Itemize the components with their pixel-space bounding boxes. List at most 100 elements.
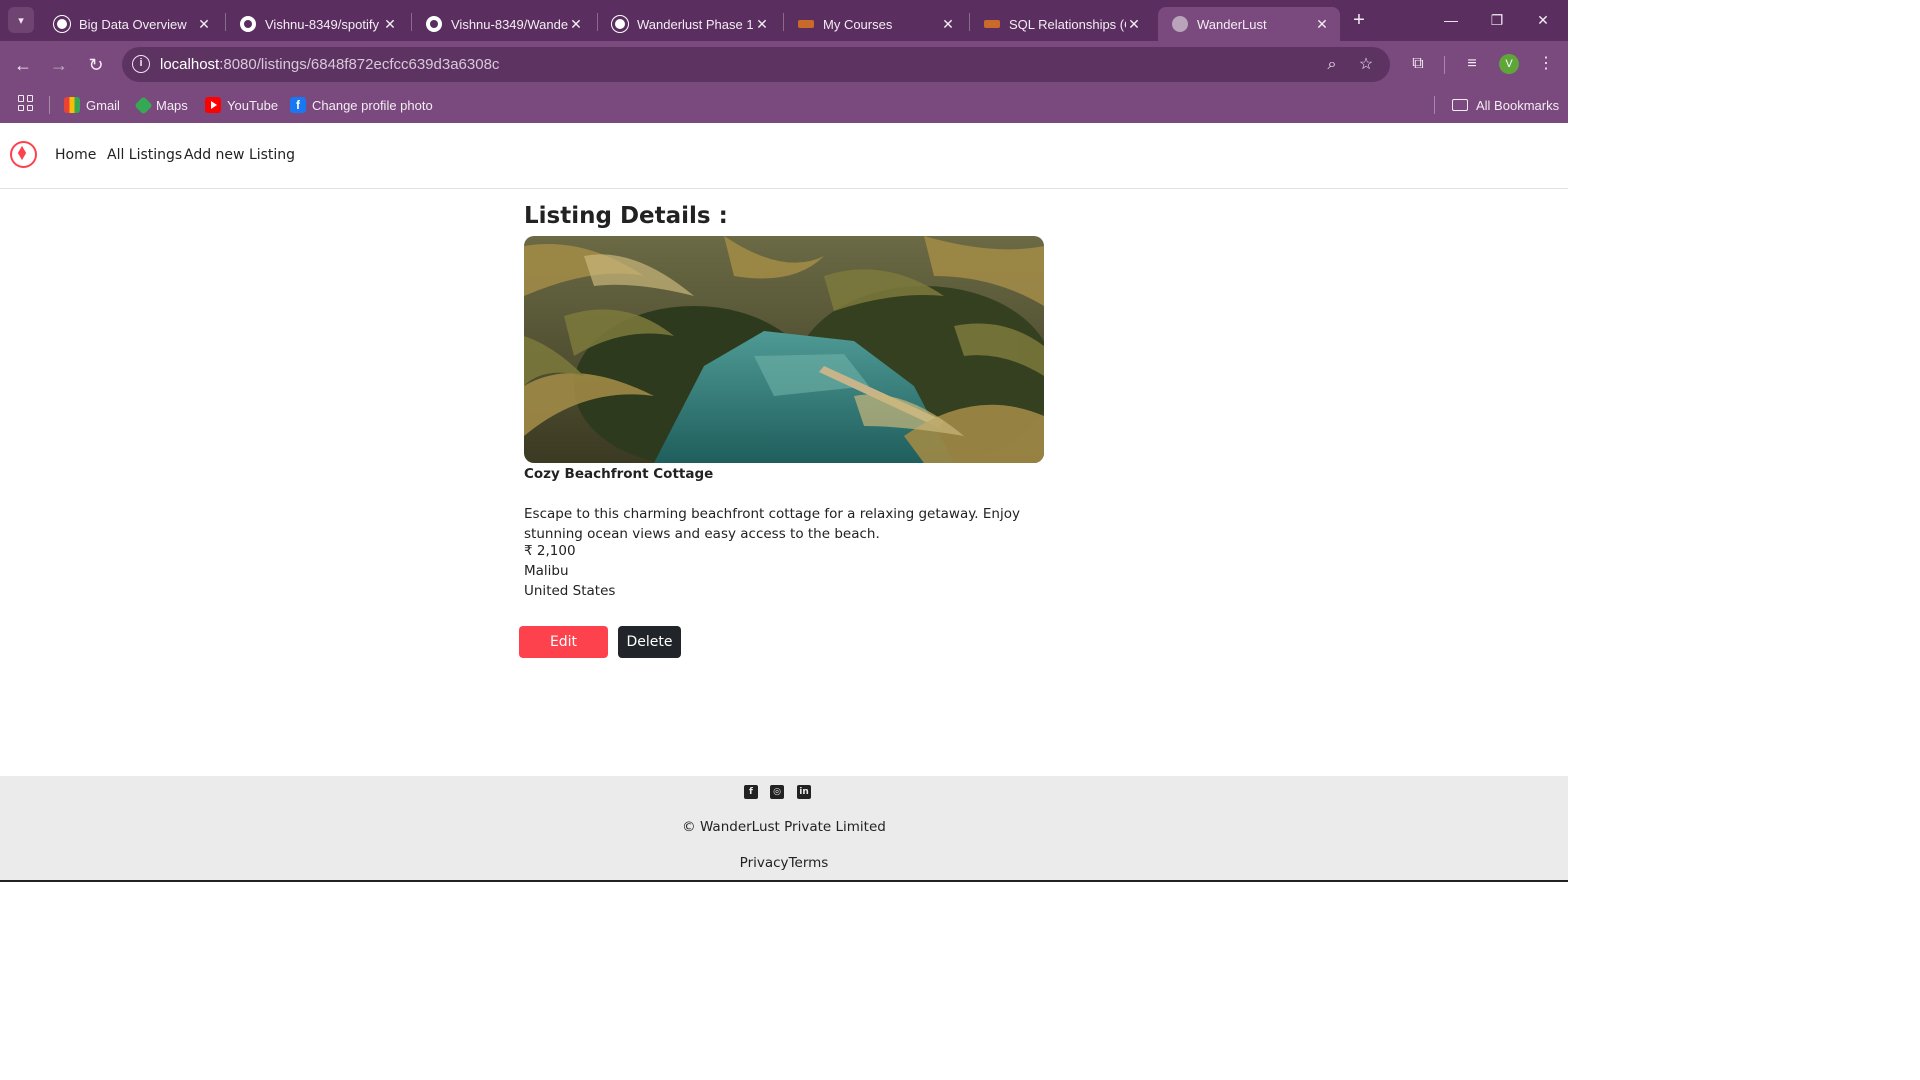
restore-icon: ❐ (1490, 12, 1504, 28)
tab-big-data[interactable]: Big Data Overview ✕ (40, 7, 222, 41)
bookmarks-bar: Gmail Maps YouTube f Change profile phot… (0, 88, 1568, 123)
tab-title: Wanderlust Phase 1 (637, 16, 754, 32)
facebook-icon: f (290, 97, 306, 113)
bookmark-star-icon[interactable]: ☆ (1355, 54, 1377, 76)
tab-strip: ▾ Big Data Overview ✕ Vishnu-8349/spotif… (0, 0, 1568, 41)
bookmark-label: Gmail (86, 97, 120, 113)
url-host: localhost (160, 56, 220, 73)
chevron-down-icon: ▾ (18, 14, 24, 27)
bookmark-separator (49, 96, 50, 114)
footer-link-terms[interactable]: Terms (789, 855, 829, 871)
close-icon[interactable]: ✕ (568, 16, 584, 33)
address-bar[interactable]: i localhost:8080/listings/6848f872ecfcc6… (122, 47, 1390, 82)
nav-link-all-listings[interactable]: All Listings (107, 147, 182, 163)
footer-link-privacy[interactable]: Privacy (740, 855, 789, 871)
tab-spotify-repo[interactable]: Vishnu-8349/spotify ✕ (226, 7, 408, 41)
listing-image (524, 236, 1044, 463)
tab-wander-repo[interactable]: Vishnu-8349/Wander ✕ (412, 7, 594, 41)
tab-wanderlust-phase[interactable]: Wanderlust Phase 1 ✕ (598, 7, 780, 41)
minimize-button[interactable]: — (1428, 8, 1474, 32)
tab-search-button[interactable]: ▾ (8, 7, 34, 33)
footer-copyright: © WanderLust Private Limited (682, 819, 886, 835)
linkedin-icon[interactable]: in (797, 785, 811, 799)
extensions-icon[interactable]: ⧉ (1406, 52, 1430, 76)
udemy-icon (798, 20, 814, 28)
delete-button[interactable]: Delete (618, 626, 681, 658)
arrow-left-icon: ← (14, 55, 32, 75)
maps-icon (134, 95, 153, 115)
zoom-icon[interactable]: ⌕ (1321, 54, 1343, 76)
page-content: Home All Listings Add new Listing Listin… (0, 123, 1568, 882)
facebook-icon[interactable]: f (744, 785, 758, 799)
new-tab-button[interactable]: + (1348, 7, 1370, 33)
bottom-border (0, 880, 1568, 882)
plus-icon: + (1353, 9, 1365, 31)
listing-description: Escape to this charming beachfront cotta… (524, 506, 1020, 542)
profile-avatar[interactable]: V (1499, 54, 1519, 74)
nav-link-add-new-listing[interactable]: Add new Listing (184, 147, 295, 163)
site-info-icon[interactable]: i (132, 55, 150, 73)
close-icon[interactable]: ✕ (1126, 16, 1142, 33)
page-title: Listing Details : (524, 203, 728, 229)
edit-button[interactable]: Edit (519, 626, 608, 658)
site-footer: f ◎ in © WanderLust Private Limited Priv… (0, 776, 1568, 880)
all-bookmarks-label: All Bookmarks (1476, 97, 1560, 113)
udemy-icon (984, 20, 1000, 28)
listing-price: ₹ 2,100 (524, 543, 576, 559)
tab-title: Vishnu-8349/spotify (265, 16, 379, 32)
gmail-icon (64, 97, 80, 113)
bookmark-maps[interactable]: Maps (134, 94, 188, 116)
bookmark-change-profile-photo[interactable]: f Change profile photo (290, 94, 433, 116)
close-window-button[interactable]: ✕ (1520, 8, 1566, 32)
close-icon[interactable]: ✕ (1314, 16, 1330, 33)
site-navbar: Home All Listings Add new Listing (0, 123, 1568, 189)
footer-links: PrivacyTerms (0, 855, 1568, 871)
instagram-icon[interactable]: ◎ (770, 785, 784, 799)
bookmark-youtube[interactable]: YouTube (205, 94, 278, 116)
media-control-icon[interactable]: ≡ (1460, 52, 1484, 76)
bookmark-label: Change profile photo (312, 97, 433, 113)
github-icon (426, 16, 442, 32)
close-icon[interactable]: ✕ (940, 16, 956, 33)
listing-location: Malibu (524, 563, 569, 579)
reload-button[interactable]: ↻ (83, 52, 109, 78)
listing-country: United States (524, 583, 616, 599)
github-icon (240, 16, 256, 32)
url-text[interactable]: localhost:8080/listings/6848f872ecfcc639… (160, 56, 499, 73)
back-button[interactable]: ← (10, 52, 36, 78)
close-icon[interactable]: ✕ (196, 16, 212, 33)
tab-my-courses[interactable]: My Courses ✕ (784, 7, 966, 41)
tab-title: Vishnu-8349/Wander (451, 16, 568, 32)
tab-sql-relationships[interactable]: SQL Relationships (O ✕ (970, 7, 1152, 41)
tab-title: My Courses (823, 16, 893, 32)
palm-lagoon-image (524, 236, 1044, 463)
tab-title: WanderLust (1197, 16, 1267, 32)
arrow-right-icon: → (50, 55, 68, 75)
browser-toolbar: ← → ↻ i localhost:8080/listings/6848f872… (0, 41, 1568, 88)
tab-title: Big Data Overview (79, 16, 187, 32)
listing-title: Cozy Beachfront Cottage (524, 466, 714, 482)
nav-link-home[interactable]: Home (55, 147, 96, 163)
globe-icon (1172, 16, 1188, 32)
close-icon[interactable]: ✕ (382, 16, 398, 33)
tab-wanderlust[interactable]: WanderLust ✕ (1158, 7, 1340, 41)
more-menu-icon[interactable]: ⋮ (1534, 52, 1558, 76)
folder-icon (1452, 99, 1468, 111)
close-icon: ✕ (1537, 12, 1549, 28)
tab-title: SQL Relationships (O (1009, 16, 1126, 32)
minimize-icon: — (1444, 12, 1458, 28)
bookmark-label: YouTube (227, 97, 279, 113)
toolbar-separator (1444, 56, 1445, 74)
compass-icon[interactable] (10, 141, 37, 168)
forward-button[interactable]: → (46, 52, 72, 78)
restore-button[interactable]: ❐ (1474, 8, 1520, 32)
youtube-icon (205, 97, 221, 113)
bookmark-label: Maps (156, 97, 188, 113)
reload-icon: ↻ (88, 55, 104, 75)
apps-grid-icon[interactable] (18, 95, 34, 111)
bookmark-separator (1434, 96, 1435, 114)
all-bookmarks-button[interactable]: All Bookmarks (1452, 94, 1559, 116)
chatgpt-icon (54, 16, 70, 32)
bookmark-gmail[interactable]: Gmail (64, 94, 120, 116)
close-icon[interactable]: ✕ (754, 16, 770, 33)
